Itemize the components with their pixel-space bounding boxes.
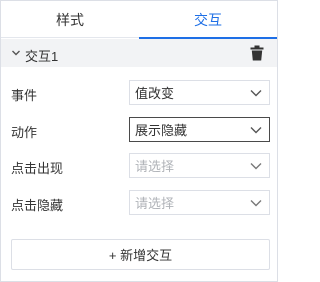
chevron-down-icon — [250, 90, 262, 97]
event-label: 事件 — [11, 88, 38, 103]
chevron-down-icon — [250, 200, 262, 207]
event-select-value: 值改变 — [135, 86, 175, 101]
hide-on-click-select[interactable]: 请选择 — [129, 190, 270, 215]
chevron-down-icon — [250, 127, 262, 134]
action-label: 动作 — [11, 125, 38, 140]
tab-bar: 样式 交互 — [1, 1, 277, 39]
interaction-panel: 样式 交互 交互1 事件 值改变 动作 展示隐藏 点击出现 请选择 点击隐藏 请… — [0, 0, 278, 282]
interaction-section-header[interactable]: 交互1 — [1, 39, 277, 67]
show-on-click-label: 点击出现 — [11, 161, 64, 176]
show-on-click-select[interactable]: 请选择 — [129, 153, 270, 178]
hide-on-click-label: 点击隐藏 — [11, 198, 64, 213]
chevron-down-icon[interactable] — [11, 48, 21, 58]
event-select[interactable]: 值改变 — [129, 80, 270, 105]
trash-icon[interactable] — [250, 45, 264, 61]
tab-style[interactable]: 样式 — [1, 1, 139, 38]
show-on-click-placeholder: 请选择 — [135, 159, 175, 174]
action-select-value: 展示隐藏 — [135, 123, 188, 138]
action-select[interactable]: 展示隐藏 — [129, 117, 270, 142]
add-interaction-button[interactable]: + 新增交互 — [11, 239, 270, 270]
tab-interaction[interactable]: 交互 — [139, 1, 277, 39]
chevron-down-icon — [250, 163, 262, 170]
section-title: 交互1 — [25, 49, 59, 64]
hide-on-click-placeholder: 请选择 — [135, 196, 175, 211]
